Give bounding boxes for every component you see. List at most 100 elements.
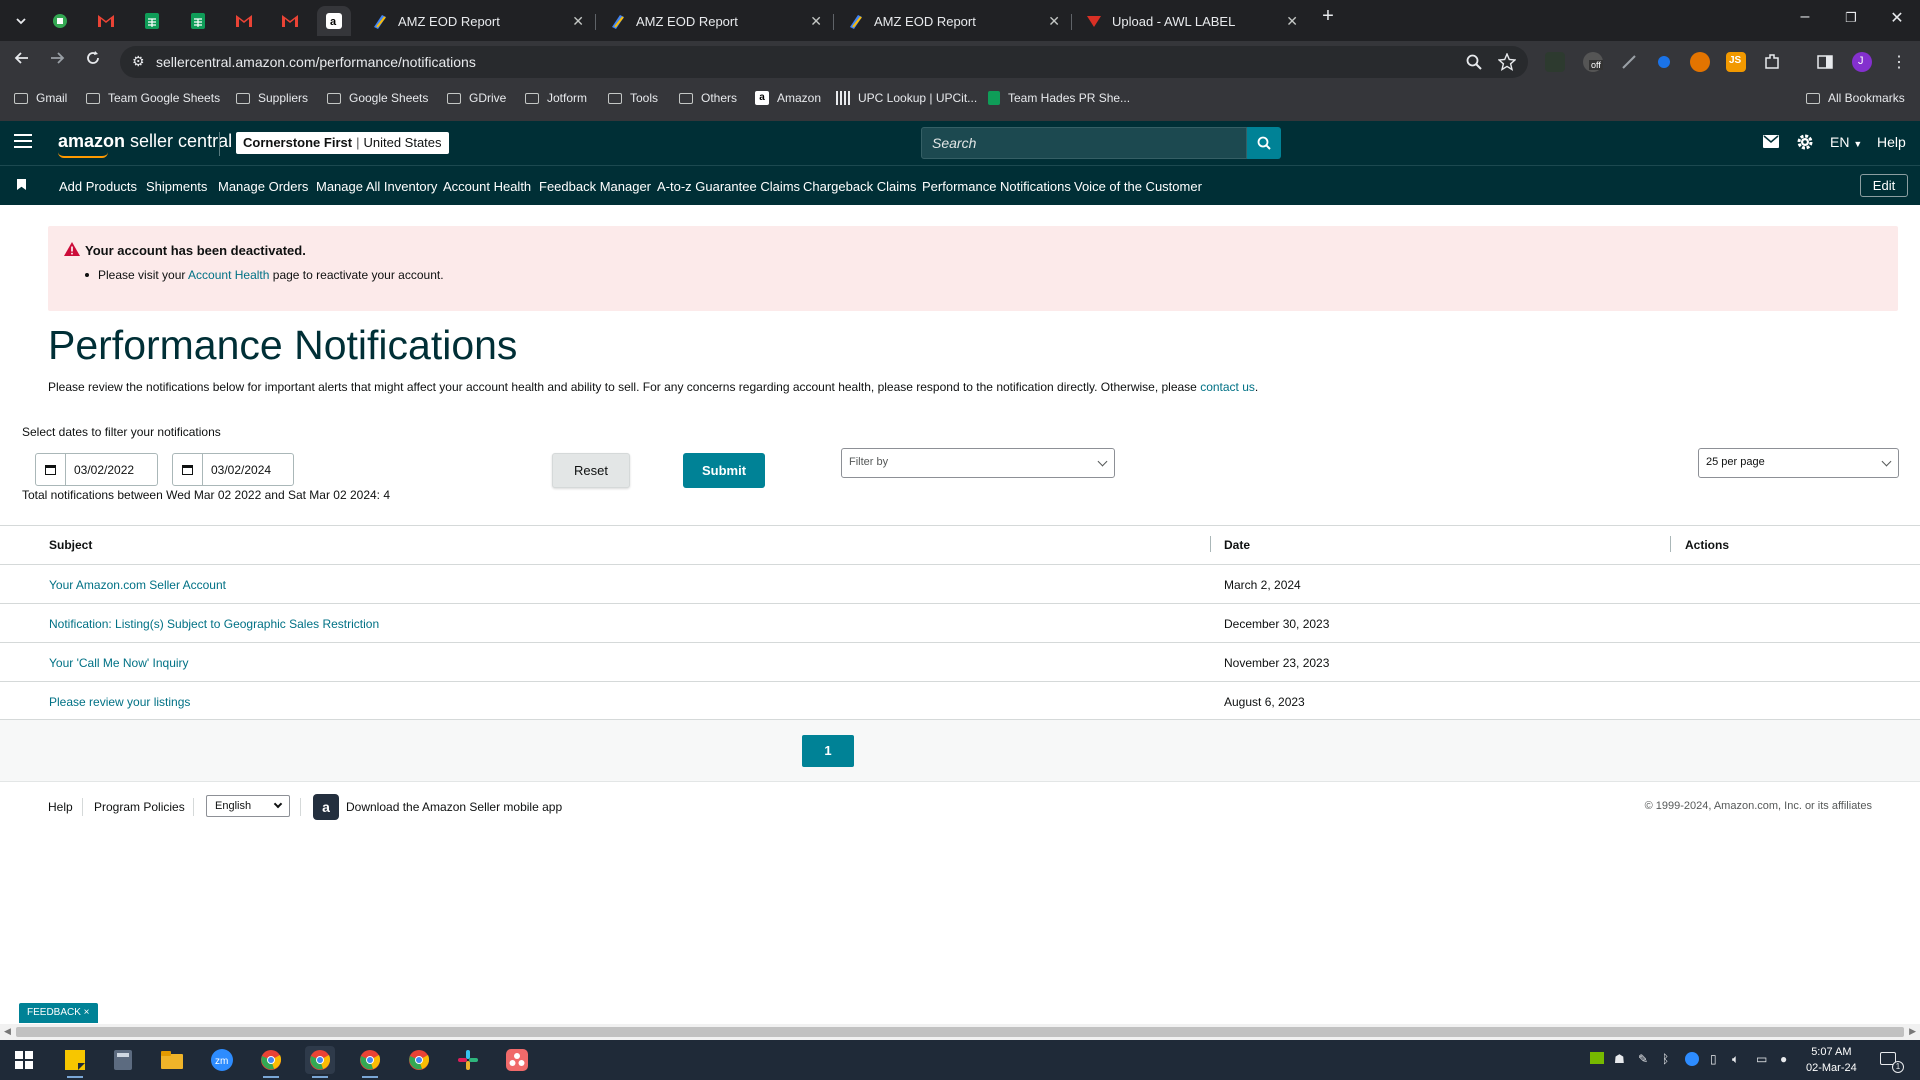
extensions-puzzle-icon[interactable] (1762, 52, 1782, 72)
tab-amz-eod-report-2[interactable]: AMZ EOD Report ✕ (600, 6, 832, 36)
nav-add-products[interactable]: Add Products (59, 179, 137, 194)
minimize-button[interactable]: – (1790, 8, 1820, 26)
chrome-profile-2-icon[interactable] (355, 1046, 385, 1078)
bluetooth-tray-icon[interactable]: ᛒ (1662, 1052, 1669, 1066)
nav-manage-all-inventory[interactable]: Manage All Inventory (316, 179, 437, 194)
reload-button[interactable] (80, 50, 106, 71)
side-panel-icon[interactable] (1815, 52, 1835, 72)
network-share-tray-icon[interactable]: ☗ (1614, 1052, 1625, 1066)
filter-by-select[interactable]: Filter by (841, 448, 1115, 478)
pinned-tab-1[interactable] (43, 6, 77, 36)
nav-account-health[interactable]: Account Health (443, 179, 531, 194)
profile-avatar[interactable]: J (1852, 52, 1872, 72)
bookmark-team-google-sheets[interactable]: Team Google Sheets (86, 91, 220, 105)
seller-app-icon[interactable]: a (313, 794, 339, 820)
tab-close-icon[interactable]: ✕ (1048, 13, 1060, 30)
extension-orange-icon[interactable] (1690, 52, 1710, 72)
contact-us-link[interactable]: contact us (1200, 380, 1255, 394)
account-switcher[interactable]: Cornerstone First | United States (236, 132, 449, 154)
all-bookmarks[interactable]: All Bookmarks (1806, 91, 1905, 105)
help-link[interactable]: Help (1877, 134, 1906, 150)
extension-1-icon[interactable] (1545, 52, 1565, 72)
nav-manage-orders[interactable]: Manage Orders (218, 179, 308, 194)
date-to-field[interactable]: 03/02/2024 (172, 453, 294, 486)
scrollbar-thumb[interactable] (16, 1027, 1904, 1037)
pen-tray-icon[interactable]: ✎ (1638, 1052, 1648, 1066)
chrome-profile-1-icon[interactable] (256, 1046, 286, 1078)
zoom-app-icon[interactable]: zm (207, 1046, 237, 1074)
nvidia-tray-icon[interactable] (1590, 1052, 1604, 1067)
file-explorer-icon[interactable] (157, 1046, 187, 1074)
footer-program-policies-link[interactable]: Program Policies (94, 800, 185, 814)
hamburger-menu-icon[interactable] (14, 134, 32, 148)
notification-subject-link[interactable]: Notification: Listing(s) Subject to Geog… (49, 617, 379, 631)
forward-button[interactable] (44, 50, 70, 71)
pinned-tab-gmail-2[interactable] (227, 6, 261, 36)
extension-puzzle-blue-icon[interactable] (1654, 52, 1674, 72)
extension-off-icon[interactable]: off (1583, 52, 1603, 72)
seller-central-logo[interactable]: amazon seller central (58, 131, 232, 152)
microphone-icon[interactable]: ● (1780, 1052, 1787, 1066)
nav-feedback-manager[interactable]: Feedback Manager (539, 179, 651, 194)
per-page-select[interactable]: 25 per page (1698, 448, 1899, 478)
feedback-button[interactable]: FEEDBACK × (19, 1003, 98, 1023)
tab-upload-awl-label[interactable]: Upload - AWL LABEL ✕ (1076, 6, 1308, 36)
column-header-subject[interactable]: Subject (49, 538, 92, 552)
column-header-date[interactable]: Date (1224, 538, 1250, 552)
bookmark-star-icon[interactable] (1498, 53, 1516, 71)
mail-icon[interactable] (1763, 135, 1779, 148)
nav-shipments[interactable]: Shipments (146, 179, 207, 194)
bookmark-suppliers[interactable]: Suppliers (236, 91, 308, 105)
address-bar[interactable]: ⚙ sellercentral.amazon.com/performance/n… (120, 46, 1528, 78)
pinned-tab-gmail-3[interactable] (273, 6, 307, 36)
tab-amz-eod-report-1[interactable]: AMZ EOD Report ✕ (362, 6, 594, 36)
notification-subject-link[interactable]: Your 'Call Me Now' Inquiry (49, 656, 189, 670)
pinned-tab-gmail-1[interactable] (89, 6, 123, 36)
close-window-button[interactable]: ✕ (1882, 8, 1912, 28)
battery-icon[interactable]: ▯ (1710, 1052, 1717, 1066)
download-app-link[interactable]: Download the Amazon Seller mobile app (346, 800, 562, 814)
pinned-tab-sheets-2[interactable] (181, 6, 215, 36)
notification-subject-link[interactable]: Your Amazon.com Seller Account (49, 578, 226, 592)
language-selector[interactable]: EN ▼ (1830, 134, 1862, 150)
tab-close-icon[interactable]: ✕ (572, 13, 584, 30)
tab-amz-eod-report-3[interactable]: AMZ EOD Report ✕ (838, 6, 1070, 36)
edit-nav-button[interactable]: Edit (1860, 174, 1908, 197)
extension-pen-icon[interactable] (1619, 52, 1639, 72)
bookmark-others[interactable]: Others (679, 91, 737, 105)
chrome-profile-3-icon[interactable] (404, 1046, 434, 1074)
taskbar-clock[interactable]: 5:07 AM 02-Mar-24 (1806, 1044, 1857, 1076)
reset-button[interactable]: Reset (552, 453, 630, 488)
bookmark-gdrive[interactable]: GDrive (447, 91, 506, 105)
nav-voice-of-customer[interactable]: Voice of the Customer (1074, 179, 1202, 194)
nav-performance-notifications[interactable]: Performance Notifications (922, 179, 1071, 194)
slack-icon[interactable] (453, 1046, 483, 1074)
account-health-link[interactable]: Account Health (188, 268, 269, 282)
zoom-tray-icon[interactable] (1685, 1052, 1699, 1069)
volume-icon[interactable]: 🔈︎ (1732, 1052, 1739, 1067)
pinned-tab-sheets-1[interactable] (135, 6, 169, 36)
search-input[interactable] (922, 128, 1246, 158)
bookmark-team-hades[interactable]: Team Hades PR She... (988, 91, 1130, 105)
zoom-icon[interactable] (1466, 54, 1482, 70)
search-button[interactable] (1247, 127, 1281, 159)
horizontal-scrollbar[interactable]: ◀ ▶ (0, 1024, 1920, 1040)
pinned-tab-amazon-active[interactable]: a (317, 6, 351, 36)
bookmark-icon[interactable] (17, 179, 26, 190)
display-icon[interactable]: ▭ (1756, 1052, 1767, 1066)
asana-icon[interactable] (502, 1046, 532, 1074)
calendar-icon[interactable] (173, 454, 203, 485)
notification-center-icon[interactable]: 1 (1880, 1052, 1904, 1073)
back-button[interactable] (9, 50, 35, 71)
date-from-field[interactable]: 03/02/2022 (35, 453, 158, 486)
bookmark-gmail[interactable]: Gmail (14, 91, 67, 105)
new-tab-button[interactable]: + (1313, 5, 1343, 28)
bookmark-upc-lookup[interactable]: UPC Lookup | UPCit... (836, 91, 977, 105)
site-info-icon[interactable]: ⚙ (132, 53, 145, 70)
submit-button[interactable]: Submit (683, 453, 765, 488)
sticky-notes-icon[interactable] (60, 1046, 90, 1078)
notification-subject-link[interactable]: Please review your listings (49, 695, 190, 709)
calculator-icon[interactable] (108, 1046, 138, 1074)
restore-button[interactable]: ❐ (1836, 10, 1866, 26)
calendar-icon[interactable] (36, 454, 66, 485)
